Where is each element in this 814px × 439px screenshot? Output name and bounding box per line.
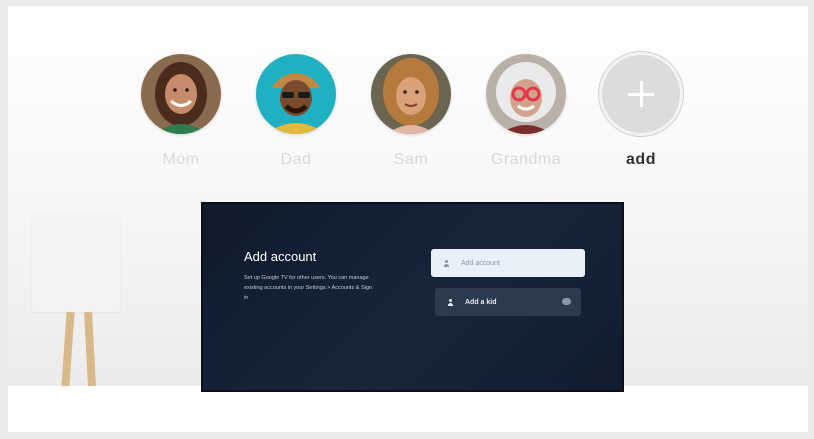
profile-name: Dad [280, 151, 312, 168]
screenshot-frame: Mom Dad Sam Grandma add Add account Set … [8, 6, 808, 432]
profile-grandma[interactable]: Grandma [471, 54, 581, 169]
add-label: add [626, 151, 656, 168]
person-add-icon [444, 259, 451, 267]
add-profile-button[interactable]: add [586, 52, 696, 169]
profile-name: Mom [162, 151, 200, 168]
add-kid-button[interactable]: Add a kid [435, 288, 581, 316]
tv-screen: Add account Set up Google TV for other u… [201, 202, 624, 392]
profile-sam[interactable]: Sam [356, 54, 466, 169]
add-account-button[interactable]: Add account [431, 249, 585, 277]
profile-picker: Mom Dad Sam Grandma add [8, 52, 808, 184]
toggle-icon [562, 298, 571, 305]
add-icon [599, 52, 683, 136]
bottom-strip [8, 386, 808, 432]
plus-vertical [640, 81, 643, 107]
mom-avatar-icon [141, 54, 221, 134]
profile-mom[interactable]: Mom [126, 54, 236, 169]
side-table [32, 210, 120, 312]
add-kid-label: Add a kid [465, 298, 497, 306]
tv-description: Set up Google TV for other users. You ca… [244, 275, 372, 301]
avatar [256, 54, 336, 134]
sam-avatar-icon [371, 54, 451, 134]
tv-title: Add account [244, 249, 317, 264]
grandma-avatar-icon [486, 54, 566, 134]
dad-avatar-icon [256, 54, 336, 134]
avatar [371, 54, 451, 134]
avatar [141, 54, 221, 134]
person-add-icon [448, 298, 455, 306]
profile-name: Sam [393, 151, 429, 168]
add-account-label: Add account [461, 259, 500, 267]
profile-dad[interactable]: Dad [241, 54, 351, 169]
avatar [486, 54, 566, 134]
profile-name: Grandma [490, 151, 562, 168]
